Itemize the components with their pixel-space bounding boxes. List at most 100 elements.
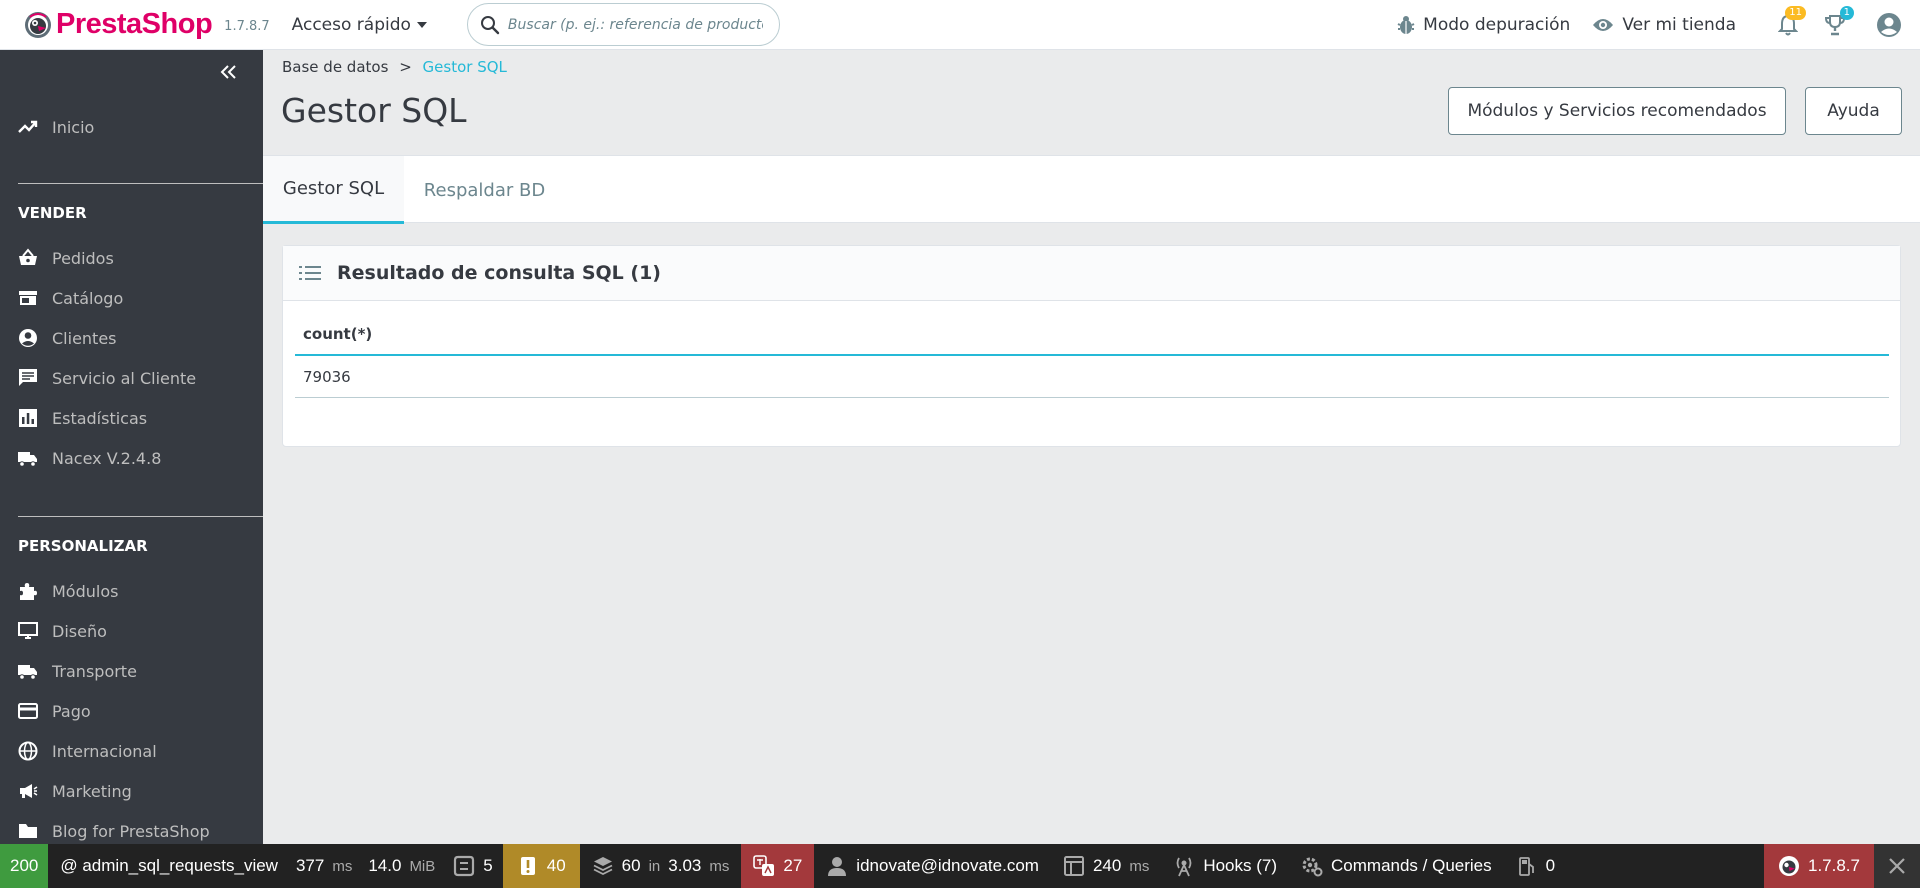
- quick-access-label: Acceso rápido: [291, 14, 411, 35]
- time-info[interactable]: 377 ms: [288, 844, 360, 888]
- truck-icon: [18, 452, 37, 467]
- commands-label: Commands / Queries: [1331, 856, 1492, 875]
- forms-count: 5: [483, 856, 493, 875]
- folder-icon: [19, 824, 37, 838]
- help-button[interactable]: Ayuda: [1805, 87, 1902, 135]
- prestashop-logo[interactable]: PrestaShop 1.7.8.7: [24, 8, 270, 41]
- render-unit: ms: [1129, 857, 1150, 875]
- debug-mode-link[interactable]: Modo depuración: [1397, 15, 1570, 35]
- trophy-badge: 1: [1839, 6, 1854, 20]
- sidebar-item-marketing[interactable]: Marketing: [18, 781, 132, 801]
- sidebar-section-customize: PERSONALIZAR: [18, 537, 148, 555]
- search-box[interactable]: [466, 3, 780, 46]
- tab-sql-manager[interactable]: Gestor SQL: [263, 156, 404, 224]
- credit-card-icon: [18, 703, 38, 719]
- sidebar-item-stats[interactable]: Estadísticas: [18, 408, 147, 428]
- account-circle-icon: [19, 329, 37, 347]
- symfony-info[interactable]: 0: [1504, 844, 1567, 888]
- sidebar-item-label: Diseño: [52, 621, 107, 641]
- search-icon: [480, 15, 500, 34]
- sidebar-item-blog[interactable]: Blog for PrestaShop: [18, 821, 210, 841]
- result-table: count(*) 79036: [295, 314, 1889, 398]
- database-info[interactable]: 60 in 3.03 ms: [580, 844, 742, 888]
- close-toolbar-button[interactable]: [1874, 844, 1920, 888]
- sidebar-item-label: Marketing: [52, 781, 132, 801]
- time-value: 377: [295, 856, 325, 875]
- translate-icon: [753, 855, 775, 876]
- status-code-badge[interactable]: 200: [0, 844, 49, 888]
- hooks-label: Hooks (7): [1203, 856, 1278, 875]
- sidebar-item-modules[interactable]: Módulos: [18, 581, 118, 601]
- view-store-label: Ver mi tienda: [1622, 15, 1736, 35]
- caret-down-icon: [416, 21, 427, 28]
- render-time-info[interactable]: 240 ms: [1051, 844, 1161, 888]
- gears-icon: [1302, 857, 1323, 877]
- trending-up-icon: [18, 120, 38, 133]
- route-info[interactable]: @ admin_sql_requests_view: [48, 844, 288, 888]
- account-button[interactable]: [1876, 12, 1902, 38]
- symfony-debug-toolbar: 200 @ admin_sql_requests_view 377 ms 14.…: [0, 844, 1920, 888]
- puzzle-icon: [20, 583, 37, 600]
- sidebar-section-sell: VENDER: [18, 204, 87, 222]
- sidebar-item-label: Nacex V.2.4.8: [52, 448, 162, 468]
- breadcrumb-current[interactable]: Gestor SQL: [423, 58, 507, 76]
- trophy-button[interactable]: 1: [1824, 6, 1854, 36]
- time-unit: ms: [332, 857, 353, 875]
- list-icon: [299, 266, 321, 280]
- double-chevron-left-icon: [220, 65, 236, 79]
- sidebar-item-shipping[interactable]: Transporte: [18, 661, 137, 681]
- hooks-info[interactable]: Hooks (7): [1161, 844, 1289, 888]
- sidebar-item-customers[interactable]: Clientes: [18, 328, 117, 348]
- prestashop-version-info[interactable]: 1.7.8.7: [1764, 844, 1874, 888]
- chat-icon: [19, 369, 37, 386]
- translations-count: 27: [783, 856, 803, 875]
- sidebar-collapse-button[interactable]: [219, 64, 237, 80]
- header-right-tools: Modo depuración Ver mi tienda 11 1: [1397, 0, 1902, 50]
- sidebar-item-label: Inicio: [52, 117, 95, 137]
- search-input[interactable]: [507, 16, 763, 33]
- queries-count: 60: [621, 856, 641, 875]
- recommended-modules-button[interactable]: Módulos y Servicios recomendados: [1448, 87, 1786, 135]
- sidebar-item-label: Internacional: [52, 741, 157, 761]
- template-icon: [1063, 856, 1084, 876]
- sidebar-item-home[interactable]: Inicio: [18, 117, 94, 137]
- close-icon: [1889, 858, 1905, 874]
- memory-info[interactable]: 14.0 MiB: [360, 844, 443, 888]
- eye-icon: [1593, 19, 1614, 31]
- logs-info[interactable]: 40: [502, 844, 580, 888]
- queries-unit: ms: [709, 857, 730, 875]
- sidebar-item-international[interactable]: Internacional: [18, 741, 157, 761]
- user-info[interactable]: idnovate@idnovate.com: [814, 844, 1051, 888]
- sidebar-item-label: Transporte: [52, 661, 137, 681]
- table-cell: 79036: [303, 367, 351, 386]
- sidebar-item-customer-service[interactable]: Servicio al Cliente: [18, 368, 196, 388]
- puffin-logo-icon: [25, 11, 51, 38]
- ps-version: 1.7.8.7: [1808, 856, 1860, 875]
- antenna-icon: [1176, 857, 1192, 877]
- sidebar-item-orders[interactable]: Pedidos: [18, 248, 114, 268]
- notifications-badge: 11: [1785, 6, 1806, 20]
- breadcrumb-separator: >: [399, 58, 412, 76]
- logs-count: 40: [546, 856, 566, 875]
- commands-info[interactable]: Commands / Queries: [1289, 844, 1504, 888]
- queries-in-label: in: [648, 857, 661, 875]
- queries-time: 3.03: [668, 856, 702, 875]
- quick-access-dropdown[interactable]: Acceso rápido: [292, 15, 427, 35]
- sidebar-item-nacex[interactable]: Nacex V.2.4.8: [18, 448, 161, 468]
- store-icon: [19, 291, 37, 305]
- sidebar-item-design[interactable]: Diseño: [18, 621, 107, 641]
- symfony-count: 0: [1545, 856, 1556, 875]
- user-email: idnovate@idnovate.com: [856, 856, 1039, 875]
- notifications-button[interactable]: 11: [1778, 6, 1806, 36]
- sidebar-item-payment[interactable]: Pago: [18, 701, 91, 721]
- top-header: PrestaShop 1.7.8.7 Acceso rápido Modo de…: [0, 0, 1920, 50]
- breadcrumb-parent[interactable]: Base de datos: [282, 58, 388, 76]
- tab-db-backup[interactable]: Respaldar BD: [404, 156, 565, 224]
- translations-info[interactable]: 27: [741, 844, 815, 888]
- memory-unit: MiB: [409, 857, 436, 875]
- sidebar-item-catalog[interactable]: Catálogo: [18, 288, 123, 308]
- fuel-icon: [1518, 857, 1534, 876]
- view-store-link[interactable]: Ver mi tienda: [1592, 15, 1736, 35]
- panel-title: Resultado de consulta SQL (1): [337, 262, 661, 284]
- forms-info[interactable]: 5: [443, 844, 502, 888]
